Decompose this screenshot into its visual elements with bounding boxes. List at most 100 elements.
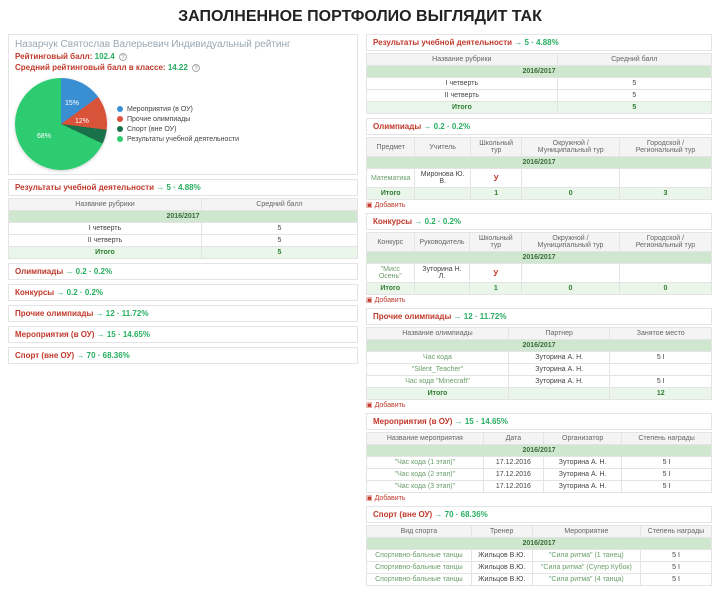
rating-value: 102.4: [95, 52, 115, 61]
legend-label: Результаты учебной деятельности: [127, 136, 239, 143]
section-olymp[interactable]: Олимпиады → 0.2 · 0.2%: [8, 263, 358, 280]
table-row: "Час кода (3 этап)"17.12.2016Зуторина А.…: [367, 481, 712, 493]
add-link[interactable]: ▣ Добавить: [366, 494, 712, 502]
legend-label: Спорт (вне ОУ): [127, 126, 176, 133]
col-head: Школьный тур: [470, 138, 522, 157]
pie-slice-label: 12%: [75, 118, 89, 125]
col-head: Степень награды: [641, 526, 712, 538]
total-row: Итого12: [367, 388, 712, 400]
table-row: "Мисс Осень"Зуторина Н. Л.У: [367, 264, 712, 283]
col-head: Степень награды: [622, 433, 712, 445]
section-sport[interactable]: Спорт (вне ОУ) → 70 · 68.36%: [8, 347, 358, 364]
table-row: Спортивно-бальные танцыЖильцов В.Ю."Сила…: [367, 550, 712, 562]
col-head: Школьный тур: [470, 233, 522, 252]
col-head: Городской / Региональный тур: [619, 233, 711, 252]
total-row: Итого5: [9, 247, 358, 259]
section-label: Конкурсы: [373, 217, 412, 226]
table-row: Спортивно-бальные танцыЖильцов В.Ю."Сила…: [367, 562, 712, 574]
col-head: Партнер: [508, 328, 609, 340]
section-count: → 12 · 11.72%: [96, 309, 149, 318]
year-row: 2016/2017: [367, 538, 712, 550]
legend-dot-icon: [117, 116, 123, 122]
section-label: Олимпиады: [15, 267, 63, 276]
col-head: Название рубрики: [9, 199, 202, 211]
section-count: → 15 · 14.65%: [97, 330, 150, 339]
pie-chart: 15% 12% 68%: [15, 78, 107, 170]
col-head: Тренер: [471, 526, 532, 538]
left-column: Назарчук Святослав Валерьевич Индивидуал…: [8, 30, 358, 586]
col-head: Учитель: [415, 138, 470, 157]
table-row: МатематикаМиронова Ю. В.У: [367, 169, 712, 188]
section-label: Конкурсы: [15, 288, 54, 297]
r-section-olymp[interactable]: Олимпиады → 0.2 · 0.2%: [366, 118, 712, 135]
section-count: → 5 · 4.88%: [156, 183, 200, 192]
col-head: Название олимпиады: [367, 328, 509, 340]
section-study[interactable]: Результаты учебной деятельности → 5 · 4.…: [8, 179, 358, 196]
col-head: Руководитель: [414, 233, 470, 252]
col-head: Средний балл: [557, 54, 711, 66]
section-count: → 0.2 · 0.2%: [65, 267, 112, 276]
section-count: → 12 · 11.72%: [454, 312, 507, 321]
help-icon[interactable]: ?: [192, 64, 200, 72]
section-label: Мероприятия (в ОУ): [373, 417, 452, 426]
col-head: Название мероприятия: [367, 433, 484, 445]
r-section-study[interactable]: Результаты учебной деятельности → 5 · 4.…: [366, 34, 712, 51]
col-head: Организатор: [544, 433, 622, 445]
r-event-table: Название мероприятияДатаОрганизаторСтепе…: [366, 432, 712, 493]
student-name: Назарчук Святослав Валерьевич: [15, 39, 169, 50]
section-events[interactable]: Мероприятия (в ОУ) → 15 · 14.65%: [8, 326, 358, 343]
table-row: "Час кода (2 этап)"17.12.2016Зуторина А.…: [367, 469, 712, 481]
total-row: Итого103: [367, 188, 712, 200]
col-head: Занятое место: [610, 328, 712, 340]
total-row: Итого100: [367, 283, 712, 295]
legend-dot-icon: [117, 126, 123, 132]
r-section-sport[interactable]: Спорт (вне ОУ) → 70 · 68.36%: [366, 506, 712, 523]
col-head: Дата: [483, 433, 543, 445]
help-icon[interactable]: ?: [119, 53, 127, 61]
year-row: 2016/2017: [367, 445, 712, 457]
col-head: Окружной / Муниципальный тур: [522, 233, 620, 252]
legend-label: Прочие олимпиады: [127, 116, 190, 123]
r-section-contests[interactable]: Конкурсы → 0.2 · 0.2%: [366, 213, 712, 230]
r-section-events[interactable]: Мероприятия (в ОУ) → 15 · 14.65%: [366, 413, 712, 430]
section-contests[interactable]: Конкурсы → 0.2 · 0.2%: [8, 284, 358, 301]
section-label: Спорт (вне ОУ): [373, 510, 432, 519]
section-label: Спорт (вне ОУ): [15, 351, 74, 360]
year-row: 2016/2017: [367, 157, 712, 169]
col-head: Средний балл: [201, 199, 357, 211]
col-head: Городской / Региональный тур: [620, 138, 712, 157]
section-label: Прочие олимпиады: [373, 312, 451, 321]
table-row: II четверть5: [367, 90, 712, 102]
col-head: Предмет: [367, 138, 415, 157]
table-row: Час кодаЗуторина А. Н.5 I: [367, 352, 712, 364]
table-row: "Silent_Teacher"Зуторина А. Н.: [367, 364, 712, 376]
section-count: → 0.2 · 0.2%: [414, 217, 461, 226]
section-other-olymp[interactable]: Прочие олимпиады → 12 · 11.72%: [8, 305, 358, 322]
year-row: 2016/2017: [367, 66, 712, 78]
section-count: → 15 · 14.65%: [455, 417, 508, 426]
rating-panel: Назарчук Святослав Валерьевич Индивидуал…: [8, 34, 358, 175]
add-link[interactable]: ▣ Добавить: [366, 201, 712, 209]
legend-dot-icon: [117, 106, 123, 112]
avg-value: 14.22: [168, 63, 188, 72]
col-head: Вид спорта: [367, 526, 472, 538]
table-row: Час кода "Minecraft"Зуторина А. Н.5 I: [367, 376, 712, 388]
section-label: Прочие олимпиады: [15, 309, 93, 318]
r-other-table: Название олимпиадыПартнерЗанятое место 2…: [366, 327, 712, 400]
study-table: Название рубрикиСредний балл 2016/2017 I…: [8, 198, 358, 259]
r-study-table: Название рубрикиСредний балл 2016/2017 I…: [366, 53, 712, 114]
year-row: 2016/2017: [367, 252, 712, 264]
section-count: → 70 · 68.36%: [76, 351, 129, 360]
section-label: Олимпиады: [373, 122, 421, 131]
pie-slice-label: 15%: [65, 100, 79, 107]
total-row: Итого5: [367, 102, 712, 114]
legend: Мероприятия (в ОУ) Прочие олимпиады Спор…: [117, 106, 239, 143]
year-row: 2016/2017: [367, 340, 712, 352]
r-contest-table: КонкурсРуководительШкольный турОкружной …: [366, 232, 712, 295]
add-link[interactable]: ▣ Добавить: [366, 401, 712, 409]
section-label: Результаты учебной деятельности: [373, 38, 512, 47]
r-section-other-olymp[interactable]: Прочие олимпиады → 12 · 11.72%: [366, 308, 712, 325]
table-row: I четверть5: [9, 223, 358, 235]
add-link[interactable]: ▣ Добавить: [366, 296, 712, 304]
rating-label: Рейтинговый балл:: [15, 52, 92, 61]
